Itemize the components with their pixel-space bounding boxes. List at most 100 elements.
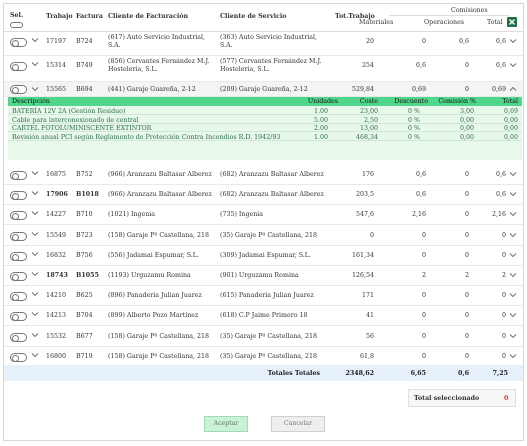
- table-row[interactable]: 15549 B723 (158) Garaje Pº Castellana, 218…: [4, 226, 523, 246]
- chevron-down-icon[interactable]: [31, 351, 39, 359]
- chevron-down-icon[interactable]: [509, 37, 517, 45]
- table-row[interactable]: 14227 B710 (1021) Ingenia (735) Ingenia 547,…: [4, 205, 523, 226]
- cell-trabajo: 15565: [46, 86, 67, 93]
- cell-cliente-facturacion: (617) Auto Servicio Industrial, S.A.: [108, 34, 205, 49]
- cell-operaciones: 2: [464, 272, 469, 279]
- cell-trabajo: 14210: [46, 292, 67, 300]
- detail-line: CARTEL FOTOLUMINISCENTE EXTINTOR 2.00 13,0…: [8, 124, 522, 132]
- cell-cliente-servicio: (309) Jadamai Espumar, S.L.: [220, 251, 311, 259]
- cell-cliente-servicio: (618) C.P Jaime Primero 18: [220, 312, 308, 320]
- cell-factura: B1018: [76, 191, 99, 199]
- row-select-toggle[interactable]: [10, 292, 27, 302]
- header-cliente-facturacion[interactable]: Cliente de Facturación: [108, 13, 188, 20]
- row-select-toggle[interactable]: [10, 312, 27, 322]
- cell-factura: B1055: [76, 272, 99, 279]
- header-materiales: Materiales: [359, 19, 394, 26]
- chevron-down-icon[interactable]: [509, 61, 517, 69]
- cell-tot-trabajo: 254: [361, 62, 374, 69]
- table-row[interactable]: 15532 B677 (158) Garaje Pº Castellana, 218…: [4, 327, 523, 347]
- chevron-down-icon[interactable]: [31, 331, 39, 339]
- cell-factura: B704: [76, 312, 93, 320]
- cell-materiales: 2: [421, 272, 426, 279]
- row-select-toggle[interactable]: [10, 272, 27, 281]
- chevron-down-icon[interactable]: [31, 250, 39, 258]
- cell-trabajo: 16800: [46, 352, 67, 360]
- chevron-up-icon[interactable]: [509, 85, 517, 93]
- detail-comision: 0,00: [459, 116, 474, 124]
- cancel-button[interactable]: Cancelar: [271, 416, 325, 432]
- detail-descripcion: Cable para interconexionado de central: [12, 116, 139, 124]
- detail-descuento: 0 %: [408, 125, 420, 132]
- cell-materiales: 0,69: [411, 86, 426, 93]
- cell-materiales: 0: [421, 231, 426, 239]
- chevron-down-icon[interactable]: [31, 270, 39, 278]
- chevron-down-icon[interactable]: [31, 189, 39, 197]
- chevron-down-icon[interactable]: [509, 251, 517, 259]
- detail-header: Descripción Unidades Coste Descuento Com…: [8, 97, 522, 106]
- chevron-down-icon[interactable]: [509, 210, 517, 218]
- table-row[interactable]: 16800 B719 (158) Garaje Pº Castellana, 218…: [4, 347, 523, 367]
- chevron-down-icon[interactable]: [31, 60, 39, 68]
- cell-trabajo: 16875: [46, 171, 67, 178]
- cell-cliente-facturacion: (966) Aranzazu Baltasar Alberez: [108, 191, 212, 199]
- excel-icon[interactable]: [507, 17, 517, 27]
- header-factura[interactable]: Factura: [76, 13, 103, 20]
- detail-line: Revisión anual PCI según Reglamento de P…: [8, 133, 522, 141]
- row-select-toggle[interactable]: [10, 38, 27, 47]
- chevron-down-icon[interactable]: [31, 230, 39, 238]
- chevron-down-icon[interactable]: [31, 85, 39, 93]
- chevron-down-icon[interactable]: [509, 352, 517, 360]
- detail-coste: 23,00: [359, 108, 378, 115]
- row-select-toggle[interactable]: [10, 251, 27, 261]
- cell-trabajo: 16832: [46, 251, 67, 259]
- header-cliente-servicio[interactable]: Cliente de Servicio: [220, 13, 286, 20]
- cell-cliente-servicio: (209) Garaje Guareña, 2-12: [220, 86, 308, 93]
- table-row[interactable]: 14213 B704 (899) Alberto Pozo Martínez (618…: [4, 306, 523, 327]
- chevron-down-icon[interactable]: [509, 170, 517, 178]
- detail-unidades: 5.00: [313, 116, 328, 124]
- chevron-down-icon[interactable]: [31, 169, 39, 177]
- cell-cliente-facturacion: (1021) Ingenia: [108, 211, 156, 219]
- row-select-toggle[interactable]: [10, 352, 27, 362]
- cell-tot-trabajo: 161,34: [351, 251, 374, 259]
- cell-factura: B756: [76, 251, 93, 259]
- detail-header-total: Total: [502, 98, 518, 105]
- chevron-down-icon[interactable]: [509, 190, 517, 198]
- accept-button[interactable]: Aceptar: [204, 416, 248, 432]
- chevron-down-icon[interactable]: [31, 290, 39, 298]
- table-row[interactable]: 16832 B756 (556) Jadamai Espumar, S.L. (309…: [4, 246, 523, 266]
- cell-cliente-facturacion: (966) Aranzazu Baltasar Alberez: [108, 171, 212, 178]
- chevron-down-icon[interactable]: [509, 271, 517, 279]
- table-row[interactable]: 16875 B752 (966) Aranzazu Baltasar Alberez…: [4, 165, 523, 185]
- cell-operaciones: 0: [464, 171, 469, 178]
- row-select-toggle[interactable]: [10, 332, 27, 342]
- table-row[interactable]: 17197 B724 (617) Auto Servicio Industrial,…: [4, 32, 523, 56]
- totals-operaciones: 0,6: [458, 370, 469, 377]
- row-select-toggle[interactable]: [10, 211, 27, 221]
- header-trabajo[interactable]: Trabajo: [46, 13, 73, 20]
- table-row[interactable]: 15565 B694 (441) Garaje Guareña, 2-12 (209)…: [4, 82, 523, 97]
- row-select-toggle[interactable]: [10, 85, 27, 94]
- row-select-toggle[interactable]: [10, 62, 27, 71]
- selected-total-label: Total seleccionado: [414, 395, 480, 402]
- table-row[interactable]: 18743 B1055 (1193) Urguzamu Romina (901) Ur…: [4, 266, 523, 286]
- cell-cliente-servicio: (735) Ingenia: [220, 211, 264, 219]
- table-header: Sel. Trabajo Factura Cliente de Facturac…: [4, 4, 523, 32]
- row-select-toggle[interactable]: [10, 171, 27, 180]
- chevron-down-icon[interactable]: [509, 332, 517, 340]
- chevron-down-icon[interactable]: [509, 311, 517, 319]
- chevron-down-icon[interactable]: [31, 310, 39, 318]
- cell-cliente-servicio: (901) Urguzamu Romina: [220, 272, 299, 279]
- select-all-toggle[interactable]: [10, 22, 23, 28]
- chevron-down-icon[interactable]: [31, 209, 39, 217]
- chevron-down-icon[interactable]: [31, 36, 39, 44]
- table-row[interactable]: 14210 B625 (896) Panaderia Julian Juarez (6…: [4, 286, 523, 307]
- row-select-toggle[interactable]: [10, 191, 27, 201]
- cell-cliente-facturacion: (856) Cervantes Fernández M.J. Hostelerí…: [108, 58, 210, 73]
- table-row[interactable]: 15314 B749 (856) Cervantes Fernández M.J. …: [4, 56, 523, 82]
- chevron-down-icon[interactable]: [509, 291, 517, 299]
- row-select-toggle[interactable]: [10, 231, 27, 241]
- table-row[interactable]: 17906 B1018 (966) Aranzazu Baltasar Albere…: [4, 185, 523, 206]
- chevron-down-icon[interactable]: [509, 231, 517, 239]
- cell-cliente-facturacion: (556) Jadamai Espumar, S.L.: [108, 251, 199, 259]
